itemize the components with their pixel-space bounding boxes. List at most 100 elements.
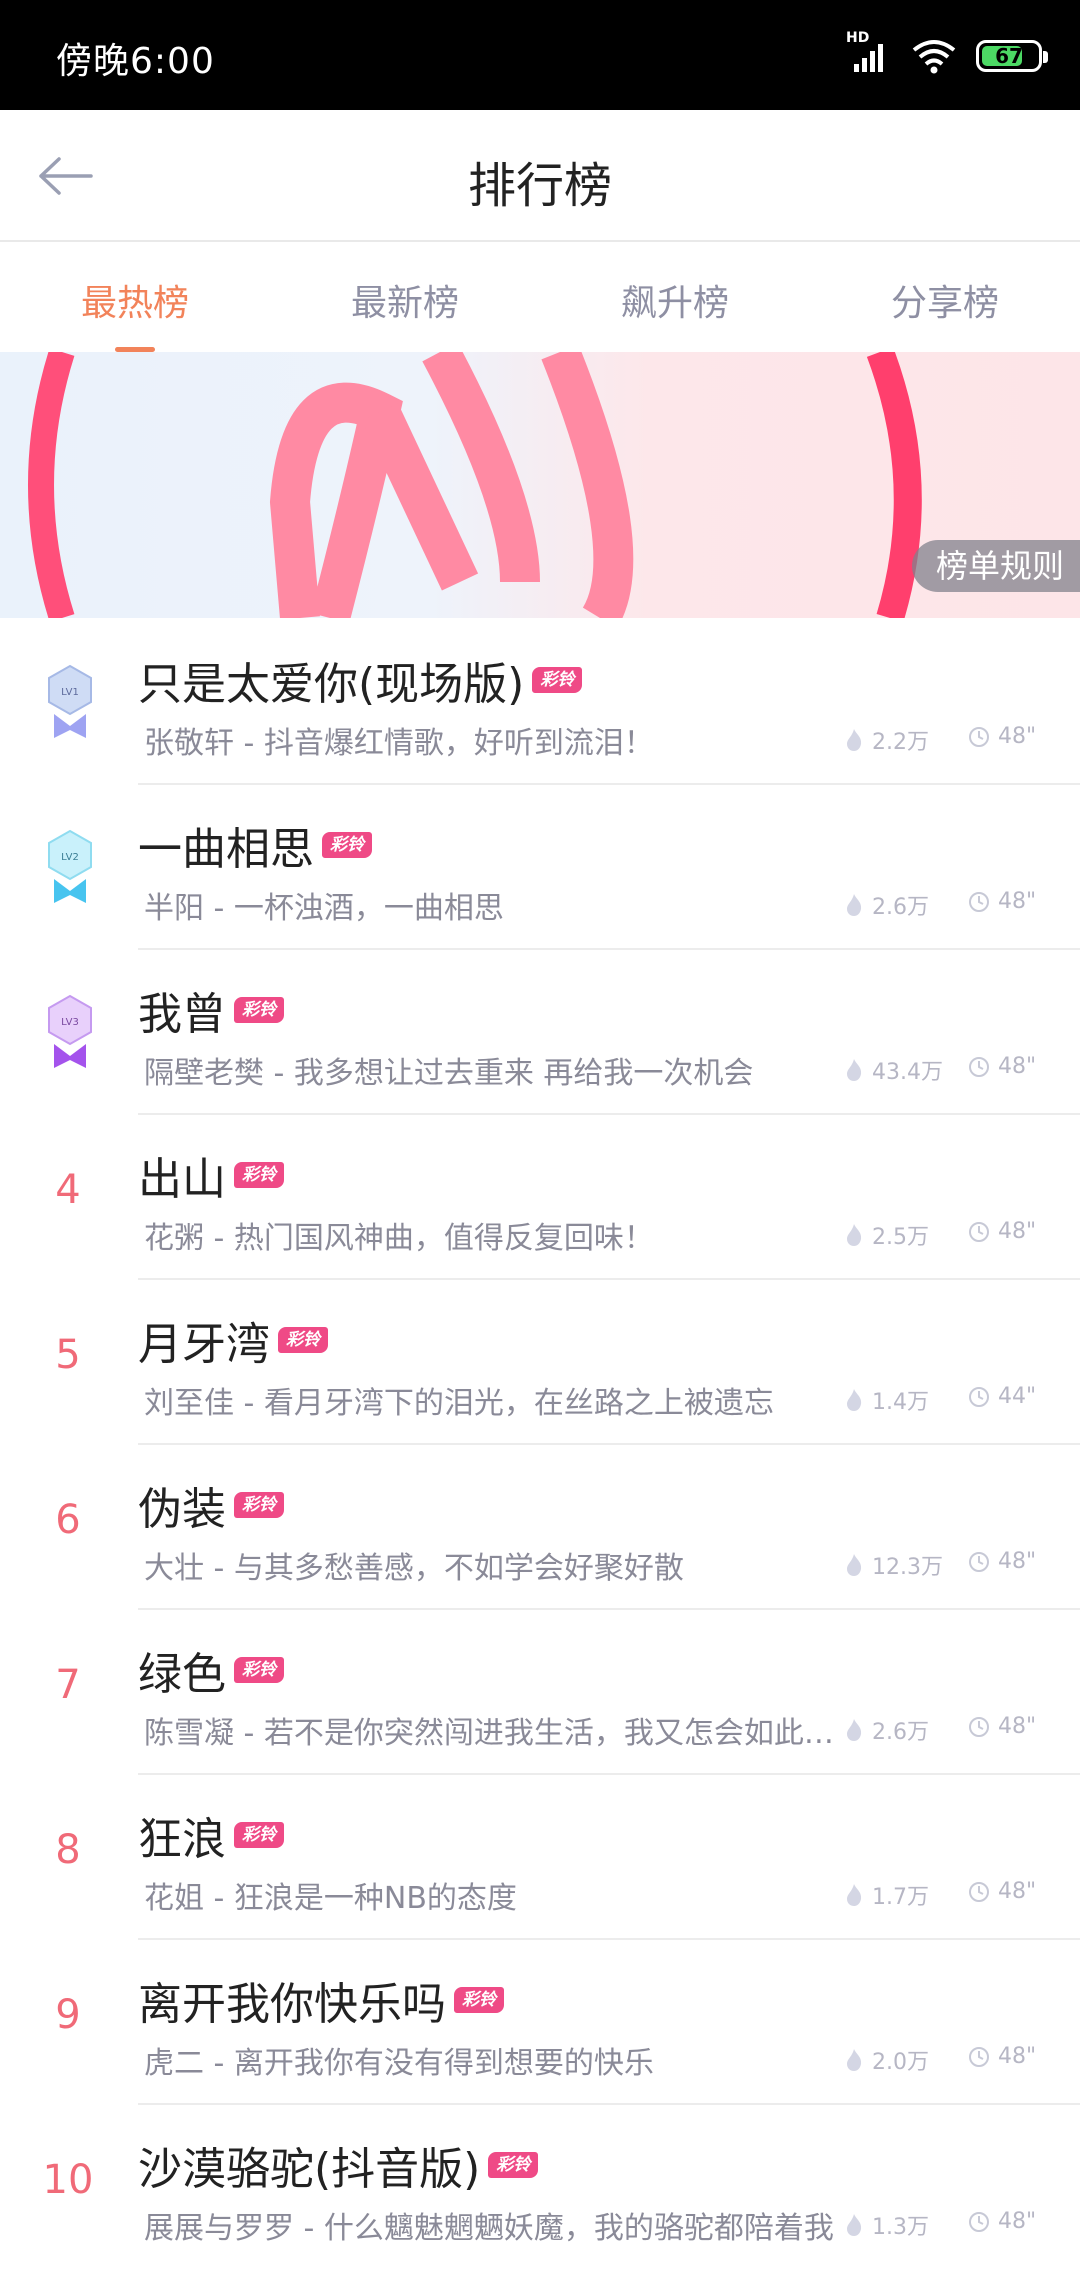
tab-label: 最新榜 [350, 283, 459, 324]
battery-level: 67 [995, 44, 1023, 68]
song-title-line: 离开我你快乐吗 彩铃 [138, 1968, 504, 2032]
heat-stat: 2.0万 [844, 2044, 929, 2076]
clock-icon [969, 2046, 989, 2067]
duration-stat: 48" [968, 2044, 1036, 2069]
clock-icon [969, 1881, 989, 1902]
song-row[interactable]: 4 出山 彩铃 花粥 - 热门国风神曲，值得反复回味！ 2.5万 48" [0, 1115, 1080, 1280]
song-row[interactable]: 8 狂浪 彩铃 花姐 - 狂浪是一种NB的态度 1.7万 48" [0, 1775, 1080, 1940]
duration-stat: 48" [968, 1879, 1036, 1904]
song-row[interactable]: 9 离开我你快乐吗 彩铃 虎二 - 离开我你有没有得到想要的快乐 2.0万 48… [0, 1940, 1080, 2105]
heat-value: 12.3万 [872, 1555, 943, 1580]
song-title: 沙漠骆驼(抖音版) [138, 2144, 481, 2195]
heat-value: 2.2万 [872, 730, 929, 755]
clock-icon [969, 726, 989, 747]
song-title: 离开我你快乐吗 [138, 1979, 446, 2030]
duration-value: 44" [998, 1384, 1037, 1409]
lv2-badge-icon: LV2 [48, 829, 92, 903]
song-title-line: 一曲相思 彩铃 [138, 813, 372, 877]
duration-stat: 44" [968, 1384, 1036, 1409]
song-description: 张敬轩 - 抖音爆红情歌，好听到流泪！ [144, 726, 654, 761]
song-title-line: 伪装 彩铃 [138, 1473, 284, 1537]
song-list: LV1 只是太爱你(现场版) 彩铃 张敬轩 - 抖音爆红情歌，好听到流泪！ 2.… [0, 620, 1080, 2270]
song-row[interactable]: LV3 我曾 彩铃 隔壁老樊 - 我多想让过去重来 再给我一次机会 43.4万 … [0, 950, 1080, 1115]
song-row[interactable]: 6 伪装 彩铃 大壮 - 与其多愁善感，不如学会好聚好散 12.3万 48" [0, 1445, 1080, 1610]
song-title: 我曾 [138, 989, 226, 1040]
song-description: 虎二 - 离开我你有没有得到想要的快乐 [144, 2046, 654, 2081]
badge-label: LV1 [61, 687, 79, 698]
lv3-badge-icon: LV3 [48, 994, 92, 1068]
ringtone-tag: 彩铃 [532, 667, 583, 693]
song-row[interactable]: 5 月牙湾 彩铃 刘至佳 - 看月牙湾下的泪光，在丝路之上被遗忘 1.4万 44… [0, 1280, 1080, 1445]
ringtone-tag: 彩铃 [278, 1327, 328, 1353]
song-title: 伪装 [138, 1484, 226, 1535]
flame-icon [847, 1554, 862, 1576]
duration-value: 48" [998, 1219, 1037, 1244]
rank-number: 10 [42, 2157, 94, 2203]
song-title-line: 沙漠骆驼(抖音版) 彩铃 [138, 2133, 539, 2197]
tab-shared[interactable]: 分享榜 [810, 244, 1080, 352]
song-description: 半阳 - 一杯浊酒，一曲相思 [144, 891, 504, 926]
duration-stat: 48" [968, 2209, 1036, 2234]
song-description: 刘至佳 - 看月牙湾下的泪光，在丝路之上被遗忘 [144, 1386, 774, 1421]
flame-icon [847, 1719, 862, 1741]
duration-value: 48" [998, 2209, 1037, 2234]
tab-newest[interactable]: 最新榜 [270, 244, 540, 352]
lv1-badge-icon: LV1 [48, 664, 92, 738]
clock-icon [969, 1716, 989, 1737]
rank-number: 7 [55, 1662, 81, 1708]
clock-icon [969, 2211, 989, 2232]
song-title-line: 只是太爱你(现场版) 彩铃 [138, 648, 583, 712]
duration-value: 48" [998, 1054, 1037, 1079]
heat-value: 1.4万 [872, 1390, 929, 1415]
rank-number: 8 [55, 1827, 81, 1873]
heat-value: 1.3万 [872, 2215, 929, 2240]
duration-stat: 48" [968, 1054, 1036, 1079]
heat-stat: 2.6万 [844, 1714, 929, 1746]
song-title: 狂浪 [138, 1814, 226, 1865]
song-row[interactable]: LV2 一曲相思 彩铃 半阳 - 一杯浊酒，一曲相思 2.6万 48" [0, 785, 1080, 950]
song-row[interactable]: 10 沙漠骆驼(抖音版) 彩铃 展展与罗罗 - 什么魑魅魍魉妖魔，我的骆驼都陪着… [0, 2105, 1080, 2270]
heat-stat: 1.3万 [844, 2209, 929, 2241]
heat-stat: 43.4万 [844, 1054, 943, 1086]
song-description: 花姐 - 狂浪是一种NB的态度 [144, 1881, 517, 1916]
song-description: 展展与罗罗 - 什么魑魅魍魉妖魔，我的骆驼都陪着我 [144, 2211, 834, 2246]
tab-label: 分享榜 [890, 283, 999, 324]
duration-value: 48" [998, 1714, 1037, 1739]
flame-icon [847, 1224, 862, 1246]
clock-icon [969, 1386, 989, 1407]
ringtone-tag: 彩铃 [234, 1657, 284, 1683]
battery-icon: 67 [976, 40, 1048, 72]
song-description: 花粥 - 热门国风神曲，值得反复回味！ [144, 1221, 654, 1256]
ringtone-tag: 彩铃 [234, 997, 284, 1023]
tab-hottest[interactable]: 最热榜 [0, 244, 270, 352]
flame-icon [847, 2049, 862, 2071]
flame-icon [847, 1389, 862, 1411]
tab-bar: 最热榜 最新榜 飙升榜 分享榜 [0, 244, 1080, 352]
signal-icon: HD [846, 30, 892, 76]
duration-value: 48" [998, 724, 1037, 749]
heat-stat: 2.2万 [844, 724, 929, 756]
heat-stat: 1.4万 [844, 1384, 929, 1416]
rank-number: 9 [55, 1992, 81, 2038]
song-title: 出山 [138, 1154, 226, 1205]
tab-rising[interactable]: 飙升榜 [540, 244, 810, 352]
duration-value: 48" [998, 1549, 1037, 1574]
song-title-line: 月牙湾 彩铃 [138, 1308, 328, 1372]
flame-icon [847, 1059, 862, 1081]
song-title: 只是太爱你(现场版) [138, 659, 525, 710]
song-title-line: 出山 彩铃 [138, 1143, 284, 1207]
heat-value: 43.4万 [872, 1060, 943, 1085]
status-bar: 傍晚6:00 HD 67 [0, 0, 1080, 110]
song-description: 隔壁老樊 - 我多想让过去重来 再给我一次机会 [144, 1056, 754, 1091]
duration-stat: 48" [968, 1714, 1036, 1739]
chart-rules-button[interactable]: 榜单规则 [911, 540, 1080, 592]
heat-value: 2.6万 [872, 1720, 929, 1745]
heat-value: 2.6万 [872, 895, 929, 920]
song-row[interactable]: 7 绿色 彩铃 陈雪凝 - 若不是你突然闯进我生活，我又怎会如此难过 2.6万 … [0, 1610, 1080, 1775]
clock-icon [969, 891, 989, 912]
song-row[interactable]: LV1 只是太爱你(现场版) 彩铃 张敬轩 - 抖音爆红情歌，好听到流泪！ 2.… [0, 620, 1080, 785]
banner[interactable]: 榜单规则 [0, 352, 1080, 618]
song-title: 绿色 [138, 1649, 226, 1700]
badge-label: LV3 [61, 1017, 79, 1028]
heat-value: 1.7万 [872, 1885, 929, 1910]
